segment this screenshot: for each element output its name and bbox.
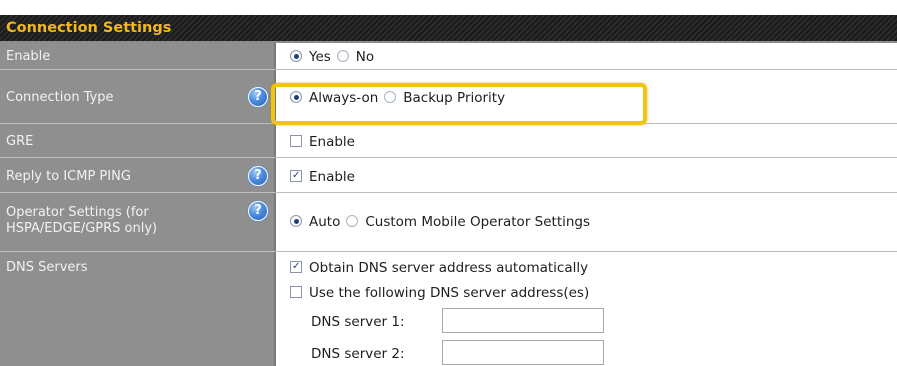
row-label-cell: Enable <box>0 43 276 69</box>
operator-label-line2: HSPA/EDGE/GPRS only) <box>6 221 158 236</box>
operator-auto-radio[interactable] <box>290 215 302 227</box>
reply-icmp-control: Enable <box>290 169 361 185</box>
row-value-cell: Auto Custom Mobile Operator Settings <box>276 193 897 251</box>
gre-enable-checkbox[interactable] <box>290 135 302 147</box>
dns-auto-checkbox[interactable] <box>290 261 302 273</box>
dns-manual-label[interactable]: Use the following DNS server address(es) <box>309 285 589 301</box>
backup-priority-radio[interactable] <box>384 91 397 103</box>
reply-icmp-enable-label[interactable]: Enable <box>309 169 355 185</box>
dns-servers-label: DNS Servers <box>6 260 88 275</box>
row-label-cell: GRE <box>0 124 276 157</box>
dns-server1-label: DNS server 1: <box>311 314 405 330</box>
row-operator-settings: Operator Settings (for HSPA/EDGE/GPRS on… <box>0 193 897 252</box>
row-reply-icmp: Reply to ICMP PING ? Enable <box>0 158 897 193</box>
gre-enable-label[interactable]: Enable <box>309 134 355 150</box>
always-on-label[interactable]: Always-on <box>309 90 378 106</box>
row-label-cell: Reply to ICMP PING ? <box>0 158 276 192</box>
dns-server2-input[interactable] <box>442 340 604 365</box>
connection-type-label: Connection Type <box>6 90 114 105</box>
row-enable: Enable Yes No <box>0 43 897 70</box>
row-label-cell: Operator Settings (for HSPA/EDGE/GPRS on… <box>0 193 276 251</box>
help-icon[interactable]: ? <box>248 87 268 107</box>
enable-yes-label[interactable]: Yes <box>309 49 331 65</box>
dns-auto-label[interactable]: Obtain DNS server address automatically <box>309 260 588 276</box>
section-header: Connection Settings <box>0 15 897 43</box>
operator-custom-label[interactable]: Custom Mobile Operator Settings <box>365 214 590 230</box>
connection-type-options: Always-on Backup Priority <box>290 90 511 106</box>
row-value-cell: Yes No <box>276 43 897 69</box>
dns-auto-control: Obtain DNS server address automatically <box>290 260 594 276</box>
operator-auto-label[interactable]: Auto <box>309 214 340 230</box>
reply-icmp-label: Reply to ICMP PING <box>6 169 131 184</box>
backup-priority-label[interactable]: Backup Priority <box>403 90 505 106</box>
row-value-cell: Enable <box>276 124 897 157</box>
reply-icmp-enable-checkbox[interactable] <box>290 170 302 182</box>
enable-no-radio[interactable] <box>336 50 349 62</box>
dns-server1-input[interactable] <box>442 308 604 333</box>
dns-server2-label: DNS server 2: <box>311 346 405 362</box>
row-value-cell: Enable <box>276 158 897 192</box>
help-icon[interactable]: ? <box>248 201 268 221</box>
row-gre: GRE Enable <box>0 124 897 158</box>
operator-options: Auto Custom Mobile Operator Settings <box>290 214 596 230</box>
enable-label: Enable <box>6 49 51 64</box>
always-on-radio[interactable] <box>290 91 302 103</box>
row-dns-servers: DNS Servers Obtain DNS server address au… <box>0 252 897 366</box>
enable-no-label[interactable]: No <box>356 49 374 65</box>
row-value-cell: Obtain DNS server address automatically … <box>276 252 897 366</box>
dns-manual-checkbox[interactable] <box>290 286 302 298</box>
gre-label: GRE <box>6 134 34 149</box>
row-connection-type: Connection Type ? Always-on Backup Priori… <box>0 70 897 124</box>
operator-custom-radio[interactable] <box>346 215 359 227</box>
gre-control: Enable <box>290 134 361 150</box>
operator-label-line1: Operator Settings (for <box>6 205 149 220</box>
row-label-cell: Connection Type ? <box>0 70 276 123</box>
connection-settings-panel: Connection Settings Enable Yes No Connect… <box>0 0 897 366</box>
row-label-cell: DNS Servers <box>0 252 276 366</box>
enable-options: Yes No <box>290 49 380 65</box>
help-icon[interactable]: ? <box>248 166 268 186</box>
section-title: Connection Settings <box>6 20 172 36</box>
enable-yes-radio[interactable] <box>290 50 302 62</box>
row-value-cell: Always-on Backup Priority <box>276 70 897 123</box>
dns-manual-control: Use the following DNS server address(es) <box>290 285 595 301</box>
